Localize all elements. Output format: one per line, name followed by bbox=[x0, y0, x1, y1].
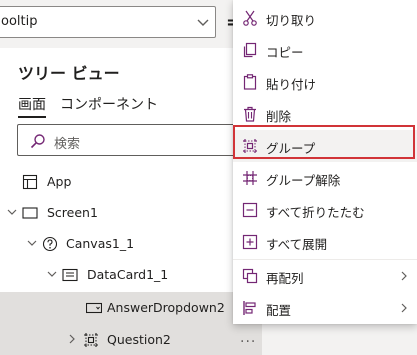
context-menu: 切り取り コピー 貼り付け 削除 グループ グループ解除 すべて折りたたむ すべ… bbox=[233, 0, 417, 324]
dropdown-icon bbox=[86, 302, 102, 314]
ungroup-icon bbox=[243, 171, 257, 185]
menu-item-align[interactable]: 配置 bbox=[233, 292, 417, 324]
tree-item-label: App bbox=[47, 174, 72, 189]
chevron-down-icon bbox=[197, 19, 209, 26]
search-placeholder: 検索 bbox=[54, 137, 81, 152]
tree-item-label: Screen1 bbox=[47, 205, 98, 220]
menu-item-label: コピー bbox=[266, 45, 304, 60]
menu-item-expand-all[interactable]: すべて展開 bbox=[233, 226, 417, 258]
menu-item-label: 切り取り bbox=[266, 13, 317, 28]
tree-item-label: DataCard1_1 bbox=[87, 267, 169, 282]
active-tab-indicator bbox=[18, 116, 46, 118]
tree-item-label: Canvas1_1 bbox=[66, 236, 135, 251]
tree-item-screen1[interactable]: Screen1 bbox=[0, 197, 262, 229]
menu-item-label: グループ解除 bbox=[266, 173, 341, 188]
menu-item-paste[interactable]: 貼り付け bbox=[233, 66, 417, 98]
menu-item-label: 配置 bbox=[266, 303, 292, 318]
chevron-right-icon bbox=[401, 271, 407, 281]
menu-item-cut[interactable]: 切り取り bbox=[233, 2, 417, 34]
menu-item-delete[interactable]: 削除 bbox=[233, 98, 417, 130]
tree-view-panel: ooltip = ツリー ビュー 画面 コンポーネント 検索 App Scree… bbox=[0, 0, 262, 355]
property-dropdown-value: ooltip bbox=[1, 14, 38, 29]
delete-icon bbox=[244, 106, 256, 122]
tab-components[interactable]: コンポーネント bbox=[60, 94, 158, 114]
tree-item-datacard1-1[interactable]: DataCard1_1 bbox=[0, 259, 262, 291]
tree-item-answerdropdown2[interactable]: AnswerDropdown2 bbox=[0, 292, 262, 324]
reorder-icon bbox=[242, 268, 258, 284]
canvas-icon bbox=[42, 236, 58, 252]
tree-item-label: Question2 bbox=[107, 332, 171, 347]
menu-item-ungroup[interactable]: グループ解除 bbox=[233, 162, 417, 194]
tree-item-question2[interactable]: Question2 bbox=[0, 324, 262, 355]
expand-all-icon bbox=[242, 234, 258, 250]
copy-icon bbox=[243, 42, 257, 58]
group-icon bbox=[84, 333, 98, 347]
menu-item-label: すべて折りたたむ bbox=[266, 205, 365, 220]
paste-icon bbox=[243, 74, 257, 90]
menu-item-group[interactable]: グループ bbox=[233, 130, 417, 162]
menu-item-label: 削除 bbox=[266, 109, 292, 124]
tree-view-title: ツリー ビュー bbox=[18, 64, 120, 83]
menu-item-copy[interactable]: コピー bbox=[233, 34, 417, 66]
search-icon bbox=[30, 134, 45, 149]
chevron-down-icon[interactable] bbox=[7, 207, 17, 217]
align-icon bbox=[243, 301, 256, 315]
chevron-right-icon bbox=[401, 303, 407, 313]
menu-item-label: グループ bbox=[266, 141, 316, 156]
cut-icon bbox=[243, 10, 257, 26]
collapse-all-icon bbox=[242, 202, 258, 218]
tree-item-canvas1-1[interactable]: Canvas1_1 bbox=[0, 228, 262, 260]
chevron-down-icon[interactable] bbox=[47, 269, 57, 279]
tab-screens[interactable]: 画面 bbox=[18, 94, 46, 114]
menu-item-reorder[interactable]: 再配列 bbox=[233, 260, 417, 292]
property-bar: ooltip = bbox=[0, 0, 262, 48]
menu-item-label: 貼り付け bbox=[266, 77, 317, 92]
app-icon bbox=[22, 174, 38, 190]
search-box[interactable]: 検索 bbox=[17, 124, 249, 156]
chevron-right-icon[interactable] bbox=[67, 334, 77, 344]
datacard-icon bbox=[62, 268, 78, 282]
screen-icon bbox=[22, 207, 38, 219]
menu-item-collapse-all[interactable]: すべて折りたたむ bbox=[233, 194, 417, 226]
menu-item-label: すべて展開 bbox=[266, 237, 328, 252]
menu-item-label: 再配列 bbox=[266, 271, 304, 286]
tree-item-app[interactable]: App bbox=[0, 166, 262, 198]
tree-item-label: AnswerDropdown2 bbox=[107, 300, 225, 315]
chevron-down-icon[interactable] bbox=[27, 238, 37, 248]
property-dropdown[interactable]: ooltip bbox=[0, 6, 216, 38]
more-options-icon[interactable]: ... bbox=[240, 330, 256, 346]
group-icon bbox=[243, 139, 257, 153]
